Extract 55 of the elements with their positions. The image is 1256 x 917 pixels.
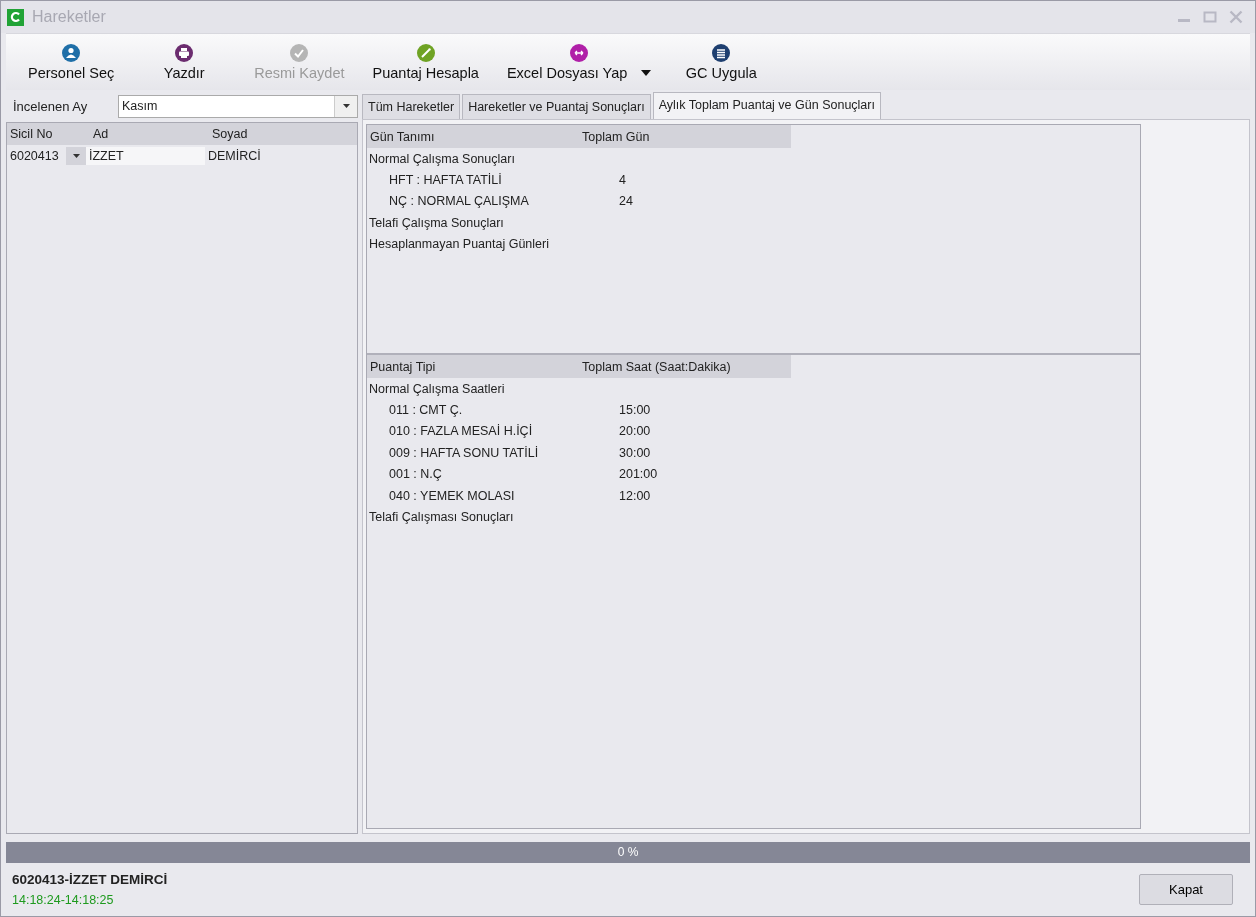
tree-item[interactable]: 011 : CMT Ç.: [367, 403, 619, 418]
group-row[interactable]: Telafi Çalışması Sonuçları: [367, 510, 619, 525]
column-header: Gün Tanımı: [369, 129, 436, 144]
toolbar-button[interactable]: Yazdır: [134, 39, 235, 85]
tab[interactable]: Tüm Hareketler: [362, 94, 461, 119]
table-cell: 4: [619, 173, 626, 188]
table-cell: 12:00: [619, 488, 651, 503]
column-header: Toplam Gün: [581, 129, 651, 144]
app-logo-icon: [7, 8, 24, 26]
tab[interactable]: Aylık Toplam Puantaj ve Gün Sonuçları: [652, 92, 881, 119]
table-cell: 201:00: [619, 467, 658, 482]
column-header: Sicil No: [9, 127, 54, 141]
window-title: Hareketler: [32, 8, 106, 26]
list-icon: [712, 43, 731, 62]
month-dropdown[interactable]: Kasım: [118, 94, 358, 118]
close-button[interactable]: Kapat: [1139, 874, 1233, 905]
tree-item[interactable]: 040 : YEMEK MOLASI: [367, 488, 619, 503]
time-range: 14:18:24-14:18:25: [12, 893, 115, 907]
table-cell-text: 6020413: [9, 148, 60, 163]
tree-item[interactable]: 009 : HAFTA SONU TATİLİ: [367, 445, 619, 460]
toolbar-button[interactable]: GC Uygula: [671, 39, 772, 85]
table-cell: 15:00: [619, 403, 651, 418]
group-row[interactable]: Normal Çalışma Saatleri: [367, 381, 619, 396]
column-header: Toplam Saat (Saat:Dakika): [581, 359, 732, 374]
wand-icon: [416, 43, 435, 62]
month-label: İncelenen Ay: [13, 98, 89, 114]
table-cell: 20:00: [619, 424, 651, 439]
toolbar-button[interactable]: Personel Seç: [20, 39, 123, 85]
group-row[interactable]: Normal Çalışma Sonuçları: [367, 151, 619, 166]
group-row[interactable]: Hesaplanmayan Puantaj Günleri: [367, 237, 619, 252]
column-header: Puantaj Tipi: [369, 359, 437, 374]
tree-item[interactable]: HFT : HAFTA TATİLİ: [367, 173, 619, 188]
person-icon: [62, 43, 81, 62]
checkmark-icon: [290, 43, 309, 62]
caret-icon[interactable]: [342, 104, 350, 108]
arrows-icon: [570, 43, 589, 62]
tree-item[interactable]: NÇ : NORMAL ÇALIŞMA: [367, 194, 619, 209]
toolbar-button[interactable]: Excel Dosyası Yap: [498, 39, 660, 85]
caret-icon[interactable]: [72, 153, 80, 158]
column-header: Ad: [92, 127, 110, 141]
caret-icon[interactable]: [641, 69, 652, 76]
table-cell: İZZET: [86, 146, 205, 165]
toolbar-button[interactable]: Puantaj Hesapla: [364, 39, 487, 85]
tree-item[interactable]: 010 : FAZLA MESAİ H.İÇİ: [367, 424, 619, 439]
tab[interactable]: Hareketler ve Puantaj Sonuçları: [462, 94, 651, 119]
printer-icon: [175, 43, 194, 62]
person-summary: 6020413-İZZET DEMİRCİ: [12, 872, 168, 887]
dropdown-button[interactable]: [66, 146, 86, 165]
tree-item[interactable]: 001 : N.Ç: [367, 467, 619, 482]
table-cell: 24: [619, 194, 633, 209]
progress-text: 0 %: [617, 845, 639, 859]
table-cell: 30:00: [619, 445, 651, 460]
column-header: Soyad: [211, 127, 249, 141]
table-cell-text: DEMİRCİ: [207, 148, 262, 163]
group-row[interactable]: Telafi Çalışma Sonuçları: [367, 215, 619, 230]
